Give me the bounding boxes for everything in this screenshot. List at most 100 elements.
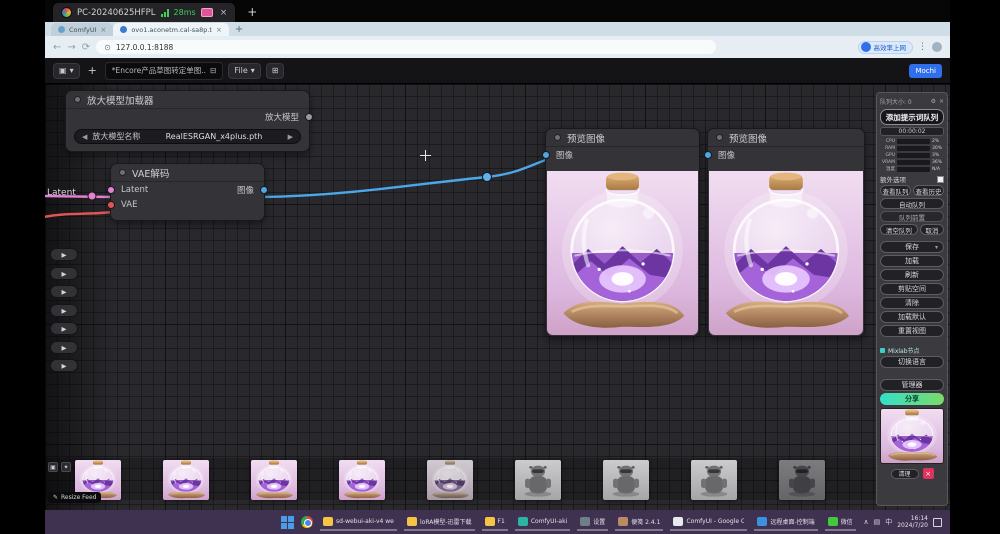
- load-button[interactable]: 加载: [880, 255, 944, 267]
- output-slot-dot[interactable]: [260, 186, 268, 194]
- feed-thumbnail[interactable]: [779, 460, 825, 500]
- node-canvas[interactable]: Latent 放大模型加载器 放大模型 ◀ 放大模型名称 RealESRGAN_…: [45, 84, 950, 510]
- manager-button[interactable]: 管理器: [880, 379, 944, 391]
- taskbar-item[interactable]: ComfyUI - Google Chr...: [670, 513, 747, 531]
- taskbar-item[interactable]: 便笺 2.4.1: [615, 513, 663, 531]
- input-language-icon[interactable]: 中: [885, 517, 892, 527]
- feed-thumbnail[interactable]: [339, 460, 385, 500]
- mixlab-label[interactable]: Mixlab节点: [888, 346, 920, 355]
- share-button[interactable]: 分享: [880, 393, 944, 405]
- chrome-taskbar-icon[interactable]: [301, 516, 313, 528]
- workflow-tab[interactable]: *Encore产品草图转定单图.. ⊟: [105, 62, 224, 80]
- collapsed-node[interactable]: ▶: [50, 304, 78, 317]
- taskbar-item[interactable]: F1: [482, 513, 508, 531]
- profile-avatar[interactable]: [932, 42, 942, 52]
- extra-options-checkbox[interactable]: [937, 176, 944, 183]
- node-vae-decode[interactable]: VAE解码 Latent 图像 VAE: [110, 163, 265, 221]
- play-icon: ▶: [62, 362, 67, 370]
- extension-button[interactable]: 高效率上网: [858, 41, 914, 54]
- queue-front-button[interactable]: 队列前置: [880, 211, 944, 222]
- queue-preview-thumbnail[interactable]: [880, 408, 944, 464]
- collapsed-node[interactable]: ▶: [50, 322, 78, 335]
- workflow-tab-label: *Encore产品草图转定单图..: [112, 65, 206, 76]
- feed-thumbnail[interactable]: [251, 460, 297, 500]
- load-default-button[interactable]: 加载默认: [880, 311, 944, 323]
- grid-view-button[interactable]: ⊞: [266, 63, 285, 79]
- next-value-icon[interactable]: ▶: [288, 133, 293, 141]
- node-title: VAE解码: [132, 166, 169, 180]
- browser-tab-comfyui[interactable]: ComfyUI ×: [51, 23, 113, 36]
- back-icon[interactable]: ←: [53, 42, 61, 53]
- collapsed-node[interactable]: ▶: [50, 359, 78, 372]
- feed-thumbnail[interactable]: [427, 460, 473, 500]
- close-session-icon[interactable]: ×: [220, 8, 228, 18]
- topbar-right-button[interactable]: Mochi: [909, 64, 942, 78]
- refresh-button[interactable]: 刷新: [880, 269, 944, 281]
- view-queue-button[interactable]: 查看队列: [880, 185, 911, 196]
- prev-value-icon[interactable]: ◀: [82, 133, 87, 141]
- browser-tab-active[interactable]: ovo1.aconetm.cal-sa8p.t ×: [113, 23, 228, 36]
- taskbar-item[interactable]: loRA模型-迅雷下载: [404, 513, 475, 531]
- refresh-icon[interactable]: ⟳: [82, 42, 90, 53]
- forward-icon[interactable]: →: [67, 42, 75, 53]
- close-feed-icon[interactable]: ×: [923, 468, 934, 479]
- cancel-button[interactable]: 取消: [920, 224, 944, 235]
- collapsed-node[interactable]: ▶: [50, 267, 78, 280]
- close-icon[interactable]: ×: [939, 98, 944, 105]
- input-slot-dot[interactable]: [542, 151, 550, 159]
- collapse-icon: ⊟: [210, 66, 216, 75]
- taskbar-item[interactable]: ComfyUI-aki: [515, 513, 570, 531]
- resize-feed-button[interactable]: ✎ Resize Feed: [48, 492, 101, 503]
- workflows-button[interactable]: ▣ ▾: [53, 63, 80, 79]
- input-slot-dot[interactable]: [107, 186, 115, 194]
- node-upscale-model-loader[interactable]: 放大模型加载器 放大模型 ◀ 放大模型名称 RealESRGAN_x4plus.…: [65, 90, 310, 152]
- tray-expand-icon[interactable]: ∧: [863, 518, 868, 526]
- taskbar-item[interactable]: 远程桌面-控制端: [754, 513, 817, 531]
- feed-thumbnail[interactable]: [603, 460, 649, 500]
- switch-language-button[interactable]: 切换语言: [880, 356, 944, 368]
- new-session-button[interactable]: +: [247, 5, 257, 19]
- reset-view-button[interactable]: 重置视图: [880, 325, 944, 337]
- feed-sparkle-icon[interactable]: ✦: [61, 462, 71, 472]
- input-slot-dot[interactable]: [704, 151, 712, 159]
- taskbar-clock[interactable]: 16:14 2024/7/20: [897, 515, 928, 529]
- address-bar[interactable]: ⊙ 127.0.0.1:8188: [96, 40, 716, 54]
- close-tab-icon[interactable]: ×: [101, 26, 107, 34]
- node-preview-image-1[interactable]: 预览图像 图像: [545, 128, 700, 337]
- rdp-session-tab[interactable]: PC-20240625HFPL 28ms ×: [53, 3, 235, 22]
- feed-thumbnail[interactable]: [163, 460, 209, 500]
- view-history-button[interactable]: 查看历史: [913, 185, 944, 196]
- queue-prompt-button[interactable]: 添加提示词队列: [880, 109, 944, 125]
- new-tab-button[interactable]: +: [235, 24, 243, 35]
- taskbar-item[interactable]: 设置: [577, 513, 608, 531]
- save-button[interactable]: 保存 ▾: [880, 241, 944, 253]
- feed-settings-icon[interactable]: ▣: [48, 462, 58, 472]
- upscale-model-widget[interactable]: ◀ 放大模型名称 RealESRGAN_x4plus.pth ▶: [74, 129, 301, 144]
- notification-center-icon[interactable]: [933, 518, 942, 527]
- collapsed-node[interactable]: ▶: [50, 341, 78, 354]
- clear-queue-button[interactable]: 清空队列: [880, 224, 918, 235]
- clear-button[interactable]: 清除: [880, 297, 944, 309]
- collapsed-node[interactable]: ▶: [50, 248, 78, 261]
- input-slot-dot[interactable]: [107, 201, 115, 209]
- taskbar-item[interactable]: sd-webui-aki-v4 web: [320, 513, 397, 531]
- file-menu-button[interactable]: File ▾: [228, 63, 260, 79]
- start-button[interactable]: [281, 516, 294, 529]
- node-preview-image-2[interactable]: 预览图像 图像: [707, 128, 865, 337]
- clipspace-button[interactable]: 剪贴空间: [880, 283, 944, 295]
- taskbar-item[interactable]: 微信: [825, 513, 856, 531]
- close-tab-icon[interactable]: ×: [216, 26, 222, 34]
- site-info-icon[interactable]: ⊙: [104, 43, 111, 52]
- new-workflow-button[interactable]: +: [85, 64, 100, 77]
- feed-thumbnail[interactable]: [691, 460, 737, 500]
- clean-button[interactable]: 清理: [891, 469, 919, 479]
- browser-menu-icon[interactable]: ⋮: [918, 42, 927, 52]
- collapsed-node[interactable]: ▶: [50, 285, 78, 298]
- output-slot-dot[interactable]: [305, 113, 313, 121]
- feed-thumbnail[interactable]: [515, 460, 561, 500]
- node-status-dot: [716, 134, 723, 141]
- auto-queue-button[interactable]: 自动队列: [880, 198, 944, 209]
- gear-icon[interactable]: ⚙: [931, 98, 936, 105]
- node-title: 预览图像: [729, 131, 767, 145]
- tray-panel-icon[interactable]: ▤: [874, 518, 881, 526]
